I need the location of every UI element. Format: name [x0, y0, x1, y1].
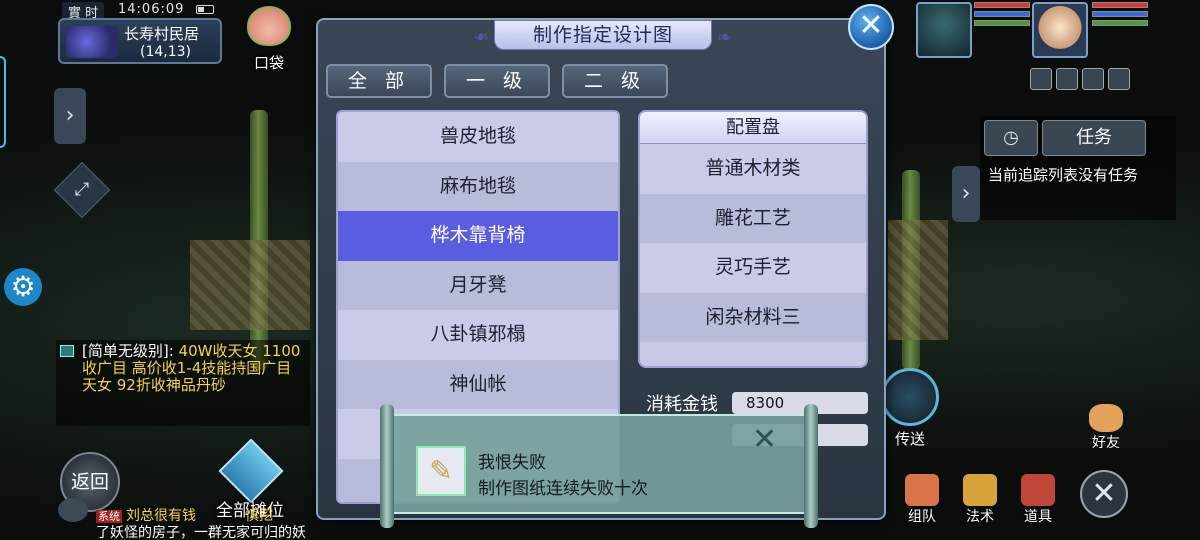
tier-tabs: 全 部 一 级 二 级 — [326, 64, 668, 98]
items-label: 道具 — [1024, 509, 1052, 525]
team-icon — [905, 474, 939, 506]
close-icon: ✕ — [858, 8, 884, 43]
pet-exp-bar — [974, 20, 1030, 26]
design-item[interactable]: 八卦镇邪榻 — [338, 310, 618, 360]
player-sp-bar — [1092, 20, 1148, 26]
teleport-icon — [881, 368, 939, 426]
scroll-rod — [804, 404, 818, 528]
location-panel[interactable]: 长寿村民居 (14,13) — [58, 18, 222, 64]
system-tag: 系统 — [96, 510, 122, 523]
dialog-close-button[interactable]: ✕ — [848, 4, 894, 50]
chat-channel-icon — [60, 345, 74, 357]
pet-status-bars — [974, 2, 1030, 29]
toast-close-button[interactable]: ✕ — [752, 422, 777, 457]
chevron-right-icon: › — [65, 103, 75, 128]
chat-window[interactable]: [简单无级别]: 40W收天女 1100收广目 高价收1-4技能持国广目天女 9… — [56, 340, 310, 426]
close-icon: ✕ — [1091, 476, 1117, 511]
scroll-icon: ✎ — [416, 446, 466, 496]
toast-title: 我恨失败 — [478, 453, 546, 473]
location-name: 长寿村民居 — [124, 25, 200, 43]
minimap-icon[interactable] — [66, 26, 118, 58]
left-expand-tab[interactable]: › — [54, 88, 86, 144]
peach-bag-icon — [247, 6, 291, 46]
chat-bubble-icon[interactable] — [58, 498, 88, 522]
config-item[interactable]: 灵巧手艺 — [640, 243, 866, 293]
config-item[interactable]: 雕花工艺 — [640, 193, 866, 243]
clock-icon: ◷ — [1003, 127, 1019, 148]
player-status-bars — [1092, 2, 1148, 29]
right-collapse-tab[interactable]: › — [952, 166, 980, 222]
task-empty-text: 当前追踪列表没有任务 — [988, 166, 1139, 184]
handshake-icon — [1089, 404, 1123, 432]
woven-mat — [888, 220, 948, 340]
scroll-rod — [380, 404, 394, 528]
bell-icon — [963, 474, 997, 506]
buff-icon[interactable] — [1108, 68, 1130, 90]
buff-icon[interactable] — [1056, 68, 1078, 90]
friend-label: 好友 — [1092, 435, 1120, 451]
woven-mat — [190, 240, 310, 330]
buff-icon[interactable] — [1082, 68, 1104, 90]
team-button[interactable]: 组队 — [900, 474, 944, 526]
config-item[interactable]: 闲杂材料三 — [640, 292, 866, 342]
config-item[interactable]: 普通木材类 — [640, 144, 866, 194]
pet-portrait[interactable] — [916, 2, 972, 58]
design-item[interactable]: 兽皮地毯 — [338, 112, 618, 162]
teleport-label: 传送 — [894, 430, 925, 448]
location-coords: (14,13) — [140, 44, 192, 60]
battery-icon — [196, 5, 214, 14]
magic-label: 法术 — [966, 509, 994, 525]
cost-label: 消耗金钱 — [646, 394, 718, 415]
stall-icon — [218, 438, 284, 504]
achievement-toast: ✕ ✎ 我恨失败 制作图纸连续失败十次 — [380, 404, 818, 528]
buff-bar — [1030, 68, 1130, 90]
config-panel: 配置盘 普通木材类 雕花工艺 灵巧手艺 闲杂材料三 — [638, 110, 868, 368]
location-widget[interactable]: 實 时 14:06:09 长寿村民居 (14,13) — [56, 2, 222, 64]
system-chat-tail: 慎挖 — [244, 508, 273, 524]
pet-mp-bar — [974, 11, 1030, 17]
tab-tier-2[interactable]: 二 级 — [562, 64, 668, 98]
bag-button[interactable]: 口袋 — [244, 6, 294, 76]
player-mp-bar — [1092, 11, 1148, 17]
buff-icon[interactable] — [1030, 68, 1052, 90]
teleport-button[interactable]: 传送 — [878, 368, 942, 450]
system-chat-text: 刘总很有钱 — [126, 508, 196, 524]
clock: 14:06:09 — [118, 2, 185, 17]
task-tracker: ◷ 任务 当前追踪列表没有任务 — [980, 116, 1176, 220]
config-header: 配置盘 — [640, 112, 866, 144]
player-portrait[interactable] — [1032, 2, 1088, 58]
cost-value: 8300 — [732, 392, 868, 414]
timer-button[interactable]: ◷ — [984, 120, 1038, 156]
magic-button[interactable]: 法术 — [958, 474, 1002, 526]
task-button[interactable]: 任务 — [1042, 120, 1146, 156]
tab-all[interactable]: 全 部 — [326, 64, 432, 98]
items-button[interactable]: 道具 — [1016, 474, 1060, 526]
friend-button[interactable]: 好友 — [1086, 404, 1126, 452]
design-item-selected[interactable]: 桦木靠背椅 — [338, 211, 618, 261]
bag-label: 口袋 — [253, 54, 284, 72]
system-chat-line2: 了妖怪的房子，一群无家可归的妖 — [96, 525, 306, 540]
chest-icon — [1021, 474, 1055, 506]
team-label: 组队 — [908, 509, 936, 525]
design-item[interactable]: 神仙帐 — [338, 359, 618, 409]
dialog-title: 制作指定设计图 — [494, 20, 733, 52]
chat-channel-label: [简单无级别]: — [82, 342, 174, 360]
expand-arrows-icon: ⤢ — [74, 179, 90, 200]
hud-close-button[interactable]: ✕ — [1080, 470, 1128, 518]
close-icon: ✕ — [752, 422, 778, 457]
tab-tier-1[interactable]: 一 级 — [444, 64, 550, 98]
design-item[interactable]: 麻布地毯 — [338, 161, 618, 211]
gear-icon: ⚙ — [10, 270, 36, 303]
chevron-right-icon: › — [961, 181, 971, 206]
toast-subtitle: 制作图纸连续失败十次 — [478, 479, 648, 499]
settings-button[interactable]: ⚙ — [4, 268, 42, 306]
design-item[interactable]: 月牙凳 — [338, 260, 618, 310]
pet-hp-bar — [974, 2, 1030, 8]
left-edge-handle[interactable] — [0, 56, 6, 148]
player-hp-bar — [1092, 2, 1148, 8]
